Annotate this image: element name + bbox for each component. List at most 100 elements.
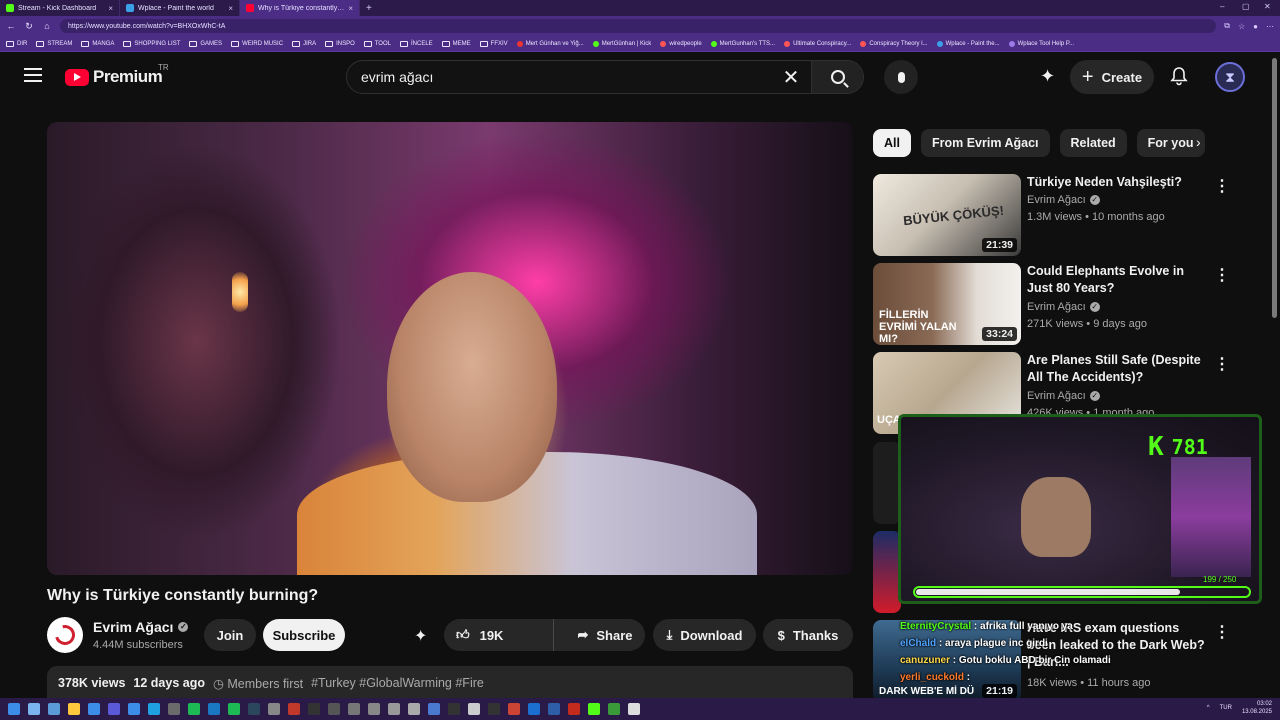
search-button[interactable] <box>811 61 863 93</box>
close-tab-icon[interactable]: × <box>108 4 113 13</box>
bookmark-folder[interactable]: SHOPPING LIST <box>123 40 180 47</box>
create-button[interactable]: + Create <box>1070 60 1154 94</box>
notifications-bell-icon[interactable] <box>1170 66 1188 86</box>
taskbar-app-icon[interactable] <box>608 703 620 715</box>
minimize-icon[interactable]: – <box>1220 2 1224 11</box>
more-actions-icon[interactable]: ⋮ <box>1214 265 1230 285</box>
url-field[interactable]: https://www.youtube.com/watch?v=BHXOxWhC… <box>60 19 1217 33</box>
like-button[interactable]: 👍︎ 19K <box>444 619 554 651</box>
search-box[interactable]: evrim ağacı ✕ <box>346 60 864 94</box>
more-actions-icon[interactable]: ⋮ <box>1214 176 1230 196</box>
recommendation-title[interactable]: Türkiye Neden Vahşileşti? <box>1027 174 1207 191</box>
youtube-premium-logo[interactable]: Premium TR <box>65 63 169 87</box>
extensions-icon[interactable]: ⧉ <box>1224 21 1230 31</box>
tab-youtube-video[interactable]: Why is Türkiye constantly bu... × <box>240 0 360 16</box>
page-scrollbar[interactable] <box>1270 52 1280 698</box>
taskbar-app-icon[interactable] <box>328 703 340 715</box>
scrollbar-thumb[interactable] <box>1272 58 1277 318</box>
hashtags[interactable]: #Turkey #GlobalWarming #Fire <box>311 676 484 691</box>
bookmark-folder[interactable]: JIRA <box>292 40 316 47</box>
chip-related[interactable]: Related <box>1059 129 1127 157</box>
reload-icon[interactable]: ↻ <box>24 21 34 32</box>
taskbar-app-icon[interactable] <box>448 703 460 715</box>
recommendation-title[interactable]: Could Elephants Evolve in Just 80 Years? <box>1027 263 1207 297</box>
bookmark-folder[interactable]: STREAM <box>36 40 72 47</box>
download-button[interactable]: ⤓ Download <box>653 619 756 651</box>
subscribe-button[interactable]: Subscribe <box>263 619 345 651</box>
profile-icon[interactable]: ● <box>1253 22 1258 31</box>
bookmark-folder[interactable]: MEME <box>441 40 471 47</box>
hamburger-menu-icon[interactable] <box>24 68 42 82</box>
taskbar-app-icon[interactable] <box>268 703 280 715</box>
recommendation-channel[interactable]: Evrim Ağacı ✓ <box>1027 390 1100 402</box>
taskbar-app-icon[interactable] <box>128 703 140 715</box>
taskbar-app-icon[interactable] <box>548 703 560 715</box>
recommendation-title[interactable]: Are Planes Still Safe (Despite All The A… <box>1027 352 1207 386</box>
recommendation-thumbnail-partial[interactable] <box>873 531 901 613</box>
bookmark-link[interactable]: wiredpeople <box>660 40 702 47</box>
chevron-right-icon[interactable]: › <box>1196 134 1201 150</box>
bookmark-link[interactable]: MertGunhan's TTS... <box>710 40 775 47</box>
new-tab-button[interactable]: + <box>360 3 378 14</box>
taskbar-app-icon[interactable] <box>308 703 320 715</box>
taskbar-app-icon[interactable] <box>348 703 360 715</box>
channel-name[interactable]: Evrim Ağacı ✓ <box>93 619 189 635</box>
chip-for-you[interactable]: For you <box>1136 129 1205 157</box>
language-indicator[interactable]: TUR <box>1220 705 1232 711</box>
recommendation-thumbnail[interactable]: FİLLERİN EVRİMİ YALAN MI? 33:24 <box>873 263 1021 345</box>
taskbar-app-icon[interactable] <box>228 703 240 715</box>
taskbar-app-icon[interactable] <box>428 703 440 715</box>
bookmark-folder[interactable]: TOOL <box>363 40 391 47</box>
tab-wplace[interactable]: Wplace - Paint the world × <box>120 0 240 16</box>
taskbar-app-icon[interactable] <box>528 703 540 715</box>
taskbar-app-icon[interactable] <box>288 703 300 715</box>
taskbar-app-icon[interactable] <box>108 703 120 715</box>
taskbar-app-icon[interactable] <box>168 703 180 715</box>
bookmark-folder[interactable]: DIR <box>6 40 27 47</box>
bookmark-folder[interactable]: FFXIV <box>479 40 508 47</box>
clear-search-icon[interactable]: ✕ <box>771 65 811 90</box>
join-button[interactable]: Join <box>204 619 256 651</box>
video-player[interactable] <box>47 122 853 575</box>
account-avatar[interactable]: ⧗ <box>1215 62 1245 92</box>
close-tab-icon[interactable]: × <box>228 4 233 13</box>
bookmark-folder[interactable]: İNCELE <box>399 40 433 47</box>
recommendation-item[interactable]: FİLLERİN EVRİMİ YALAN MI? 33:24 Could El… <box>873 263 1243 345</box>
taskbar-app-icon[interactable] <box>488 703 500 715</box>
bookmark-folder[interactable]: INSPO <box>325 40 355 47</box>
voice-search-button[interactable] <box>884 60 918 94</box>
taskbar-app-icon[interactable] <box>148 703 160 715</box>
recommendation-thumbnail-partial[interactable] <box>873 442 901 524</box>
recommendation-channel[interactable]: Evrim Ağacı ✓ <box>1027 301 1100 313</box>
bookmark-star-icon[interactable]: ☆ <box>1238 22 1245 31</box>
taskbar-app-icon[interactable] <box>468 703 480 715</box>
taskbar-app-icon[interactable] <box>88 703 100 715</box>
taskbar-app-icon[interactable] <box>48 703 60 715</box>
taskbar-app-icon[interactable] <box>388 703 400 715</box>
clock[interactable]: 03:02 13.08.2025 <box>1242 700 1272 716</box>
bookmark-link[interactable]: MertGünhan | Kick <box>592 40 651 47</box>
taskbar-app-icon[interactable] <box>588 703 600 715</box>
bookmark-folder[interactable]: WEIRD MUSIC <box>231 40 283 47</box>
ask-gemini-icon[interactable]: ✦ <box>414 626 427 646</box>
taskbar-app-icon[interactable] <box>188 703 200 715</box>
taskbar-app-icon[interactable] <box>68 703 80 715</box>
bookmark-link[interactable]: Wplace Tool Help P... <box>1008 40 1074 47</box>
maximize-icon[interactable]: ▢ <box>1242 2 1250 11</box>
taskbar-app-icon[interactable] <box>208 703 220 715</box>
taskbar-app-icon[interactable] <box>8 703 20 715</box>
bookmark-folder[interactable]: MANGA <box>81 40 114 47</box>
recommendation-thumbnail[interactable]: BÜYÜK ÇÖKÜŞ! 21:39 <box>873 174 1021 256</box>
bookmark-link[interactable]: Conspiracy Theory l... <box>860 40 928 47</box>
bookmark-link[interactable]: Mert Günhan ve Yiğ... <box>516 40 584 47</box>
gemini-spark-icon[interactable]: ✦ <box>1040 66 1055 87</box>
recommendation-item[interactable]: BÜYÜK ÇÖKÜŞ! 21:39 Türkiye Neden Vahşile… <box>873 174 1243 256</box>
bookmark-folder[interactable]: GAMES <box>189 40 222 47</box>
back-icon[interactable]: ← <box>6 21 16 31</box>
taskbar-app-icon[interactable] <box>368 703 380 715</box>
more-actions-icon[interactable]: ⋮ <box>1214 354 1230 374</box>
chip-from-channel[interactable]: From Evrim Ağacı <box>920 129 1050 157</box>
recommendation-channel[interactable]: Evrim Ağacı ✓ <box>1027 194 1100 206</box>
taskbar-app-icon[interactable] <box>508 703 520 715</box>
taskbar-app-icon[interactable] <box>248 703 260 715</box>
